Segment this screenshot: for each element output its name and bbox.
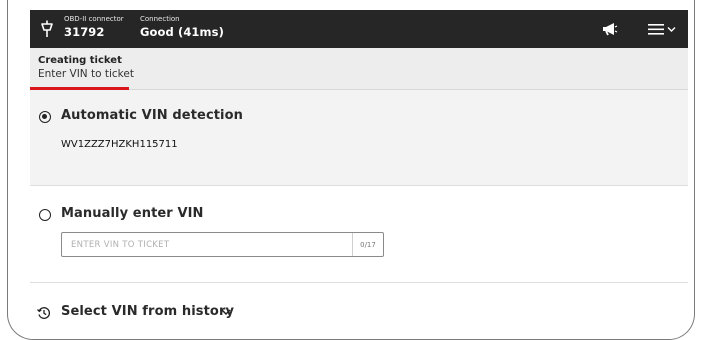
- obd-connector-status: OBD-II connector 31792: [64, 15, 124, 40]
- connection-label: Connection: [140, 15, 180, 23]
- automatic-vin-radio[interactable]: [39, 111, 51, 123]
- manual-vin-option[interactable]: Manually enter VIN 0/17: [30, 186, 688, 283]
- connection-status: Connection Good (41ms): [140, 15, 224, 40]
- menu-icon: [648, 24, 664, 35]
- detected-vin-value: WV1ZZZ7HZKH115711: [61, 139, 178, 150]
- vin-character-counter: 0/17: [352, 233, 383, 256]
- menu-button[interactable]: [648, 21, 676, 37]
- device-frame: OBD-II connector 31792 Connection Good (…: [7, 0, 695, 340]
- app-screen: OBD-II connector 31792 Connection Good (…: [30, 0, 688, 339]
- megaphone-icon[interactable]: [602, 22, 618, 36]
- page-subtitle: Enter VIN to ticket: [38, 68, 134, 80]
- top-bar: OBD-II connector 31792 Connection Good (…: [30, 10, 688, 48]
- vin-history-label: Select VIN from history: [61, 304, 235, 319]
- manual-vin-label: Manually enter VIN: [61, 206, 204, 221]
- manual-vin-radio[interactable]: [39, 209, 51, 221]
- chevron-down-icon[interactable]: [221, 308, 231, 316]
- history-icon: [37, 307, 51, 319]
- obd-connector-label: OBD-II connector: [64, 15, 124, 23]
- obd-connector-icon: [41, 20, 53, 37]
- ticket-header: Creating ticket Enter VIN to ticket: [30, 48, 688, 90]
- connection-value: Good (41ms): [140, 25, 224, 39]
- obd-connector-value: 31792: [64, 25, 105, 39]
- automatic-vin-option[interactable]: Automatic VIN detection WV1ZZZ7HZKH11571…: [30, 90, 688, 186]
- chevron-down-icon: [667, 27, 676, 32]
- vin-input-field[interactable]: 0/17: [61, 232, 384, 257]
- page-title: Creating ticket: [38, 55, 122, 66]
- vin-history-option[interactable]: Select VIN from history: [30, 283, 688, 339]
- automatic-vin-label: Automatic VIN detection: [61, 108, 244, 123]
- vin-input[interactable]: [62, 233, 342, 256]
